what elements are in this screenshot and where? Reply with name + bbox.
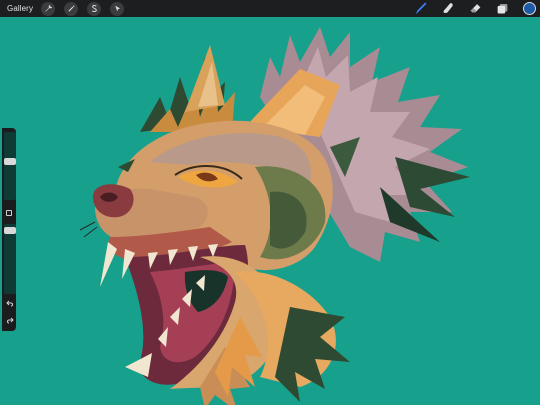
- layers-icon: [497, 3, 508, 14]
- undo-arrow-icon: [5, 300, 13, 306]
- wolf-artwork: [0, 17, 540, 405]
- opacity-thumb[interactable]: [4, 227, 16, 234]
- magic-wand-icon: [67, 4, 75, 12]
- gallery-button[interactable]: Gallery: [7, 4, 33, 13]
- arrow-cursor-icon: [114, 5, 120, 12]
- actions-button[interactable]: [41, 1, 56, 16]
- brush-sidebar: [2, 128, 16, 331]
- selection-s-icon: [91, 4, 97, 13]
- smudge-icon: [443, 3, 453, 14]
- drawing-canvas[interactable]: [0, 17, 540, 405]
- redo-arrow-icon: [6, 317, 14, 323]
- brush-tool-button[interactable]: [413, 1, 428, 16]
- brush-size-thumb[interactable]: [4, 158, 16, 165]
- top-toolbar: Gallery: [0, 0, 540, 17]
- eraser-tool-button[interactable]: [468, 1, 483, 16]
- adjustments-button[interactable]: [64, 1, 79, 16]
- selection-button[interactable]: [87, 1, 102, 16]
- transform-button[interactable]: [110, 1, 125, 16]
- modify-button[interactable]: [4, 208, 14, 218]
- layers-button[interactable]: [495, 1, 510, 16]
- brush-size-slider[interactable]: [4, 132, 16, 200]
- redo-button[interactable]: [4, 315, 15, 325]
- undo-button[interactable]: [4, 298, 15, 308]
- smudge-tool-button[interactable]: [441, 1, 456, 16]
- brush-icon: [415, 2, 427, 14]
- color-swatch-button[interactable]: [523, 2, 536, 15]
- eraser-icon: [470, 4, 481, 13]
- opacity-slider[interactable]: [4, 224, 16, 294]
- wrench-icon: [44, 4, 52, 12]
- square-icon: [6, 210, 12, 216]
